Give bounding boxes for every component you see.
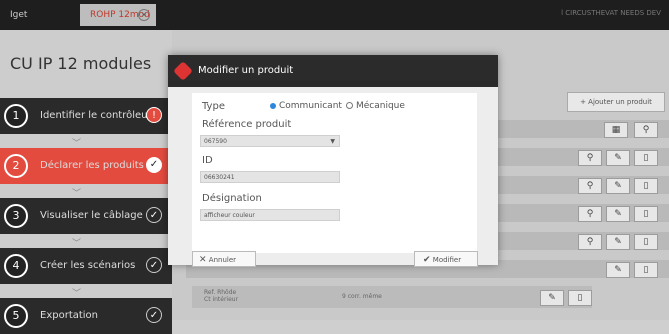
dialog-title: Modifier un produit <box>198 65 294 76</box>
top-bar: Iget ROHP 12mod × l CIRCUSTHEVAT NEEDS D… <box>0 0 669 30</box>
step-label: Visualiser le câblage <box>40 210 143 221</box>
link-icon[interactable]: ⚲ <box>578 206 602 222</box>
link-icon[interactable]: ⚲ <box>578 234 602 250</box>
step-label: Déclarer les produits <box>40 160 144 171</box>
check-icon: ✓ <box>146 207 162 223</box>
delete-icon[interactable]: ▯ <box>634 150 658 166</box>
reference-label: Référence produit <box>202 119 292 130</box>
check-icon: ✓ <box>146 307 162 323</box>
step-number: 3 <box>4 204 28 228</box>
cancel-button[interactable]: ✕ Annuler <box>192 251 256 267</box>
radio-communicant-label: Communicant <box>279 101 342 111</box>
row-reference: Ref. Rhôde Ct intérieur <box>204 289 239 303</box>
radio-mecanique[interactable]: Mécanique <box>346 101 405 111</box>
id-value: 06630241 <box>204 174 235 181</box>
designation-value: afficheur couleur <box>204 212 255 219</box>
step-create-scenarios[interactable]: 4 Créer les scénarios ✓ <box>0 248 172 284</box>
delete-icon[interactable]: ▯ <box>634 262 658 278</box>
table-row: Ref. Rhôde Ct intérieur 9 corr. même ✎ ▯ <box>192 286 592 308</box>
edit-icon[interactable]: ✎ <box>540 290 564 306</box>
link-icon[interactable]: ⚲ <box>578 150 602 166</box>
reference-select[interactable]: 067590 ▼ <box>200 135 340 147</box>
radio-mecanique-label: Mécanique <box>356 101 405 111</box>
dialog-body: Type Communicant Mécanique Référence pro… <box>192 93 477 253</box>
reference-value: 067590 <box>204 138 227 145</box>
step-label: Créer les scénarios <box>40 260 136 271</box>
close-icon[interactable]: × <box>138 9 150 21</box>
radio-selected-icon <box>270 102 276 109</box>
close-icon: ✕ <box>199 255 207 265</box>
type-label: Type <box>202 101 225 112</box>
modify-button[interactable]: ✔ Modifier <box>414 251 478 267</box>
add-product-button[interactable]: + Ajouter un produit <box>567 92 665 112</box>
dialog-header: Modifier un produit <box>168 55 498 87</box>
step-number: 2 <box>4 154 28 178</box>
check-icon: ✔ <box>423 255 431 265</box>
link-icon[interactable]: ⚲ <box>578 178 602 194</box>
step-number: 5 <box>4 304 28 328</box>
id-label: ID <box>202 155 213 166</box>
tab-left[interactable]: Iget <box>10 4 27 26</box>
step-export[interactable]: 5 Exportation ✓ <box>0 298 172 334</box>
radio-communicant[interactable]: Communicant <box>270 101 342 111</box>
wiring-icon[interactable]: ▦ <box>604 122 628 138</box>
step-number: 4 <box>4 254 28 278</box>
warning-icon: ! <box>146 107 162 123</box>
edit-icon[interactable]: ✎ <box>606 178 630 194</box>
step-view-wiring[interactable]: 3 Visualiser le câblage ✓ <box>0 198 172 234</box>
delete-icon[interactable]: ▯ <box>634 206 658 222</box>
delete-icon[interactable]: ▯ <box>634 234 658 250</box>
step-identify-controller[interactable]: 1 Identifier le contrôleur ! <box>0 98 172 134</box>
step-label: Identifier le contrôleur <box>40 110 152 121</box>
row-description: 9 corr. même <box>342 293 382 300</box>
check-icon: ✓ <box>146 257 162 273</box>
edit-icon[interactable]: ✎ <box>606 262 630 278</box>
edit-product-dialog: Modifier un produit Type Communicant Méc… <box>168 55 498 267</box>
tab-active[interactable]: ROHP 12mod × <box>80 4 156 26</box>
designation-field[interactable]: afficheur couleur <box>200 209 340 221</box>
delete-icon[interactable]: ▯ <box>568 290 592 306</box>
designation-label: Désignation <box>202 193 262 204</box>
radio-unselected-icon <box>346 102 353 109</box>
top-right-text: l CIRCUSTHEVAT NEEDS DEV <box>561 9 661 17</box>
link-icon[interactable]: ⚲ <box>634 122 658 138</box>
chevron-down-icon: ▼ <box>330 138 335 145</box>
project-title: CU IP 12 modules <box>10 54 152 73</box>
step-declare-products[interactable]: 2 Déclarer les produits ✓ <box>0 148 172 184</box>
step-number: 1 <box>4 104 28 128</box>
step-label: Exportation <box>40 310 99 321</box>
id-field[interactable]: 06630241 <box>200 171 340 183</box>
sidebar: CU IP 12 modules 1 Identifier le contrôl… <box>0 30 172 334</box>
check-icon: ✓ <box>146 157 162 173</box>
delete-icon[interactable]: ▯ <box>634 178 658 194</box>
edit-icon[interactable]: ✎ <box>606 150 630 166</box>
edit-icon[interactable]: ✎ <box>606 206 630 222</box>
edit-icon[interactable]: ✎ <box>606 234 630 250</box>
logo-icon <box>173 61 193 81</box>
